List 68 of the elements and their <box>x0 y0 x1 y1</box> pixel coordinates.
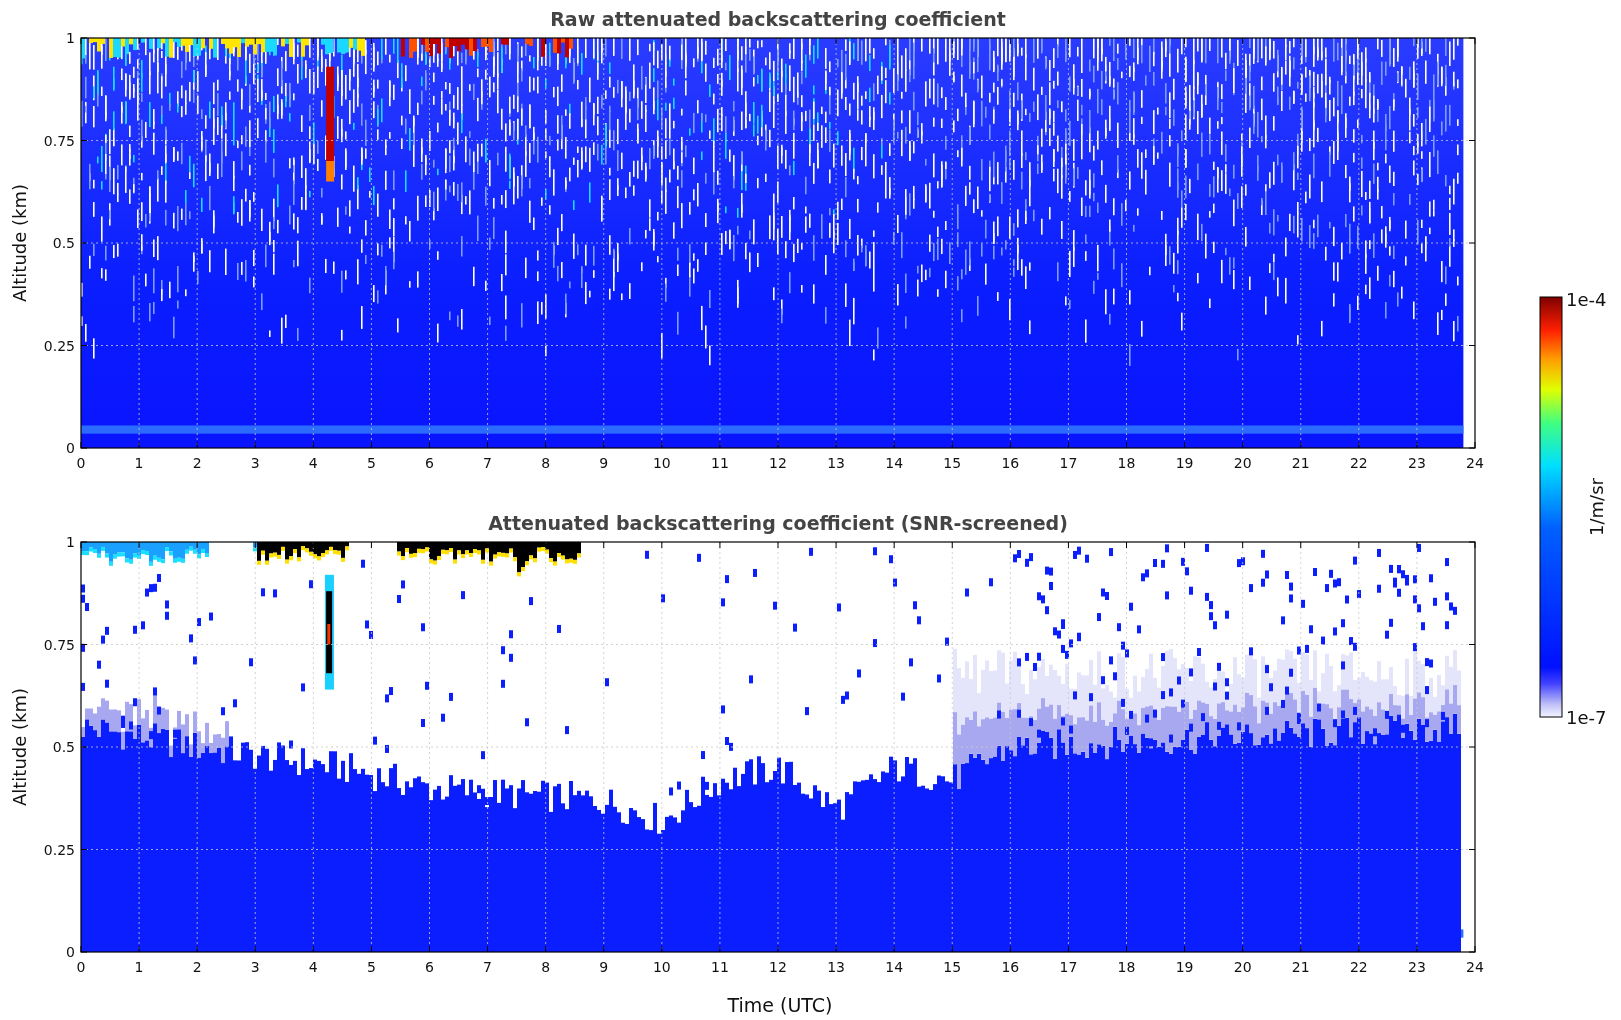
tick-label: 0 <box>76 959 86 975</box>
tick-label: 17 <box>1059 455 1078 471</box>
tick-label: 7 <box>483 959 493 975</box>
axis-label: Time (UTC) <box>727 994 833 1016</box>
tick-label: 12 <box>769 455 787 471</box>
tick-label: 24 <box>1466 455 1484 471</box>
tick-label: 15 <box>943 959 962 975</box>
tick-label: 9 <box>599 455 609 471</box>
tick-label: 22 <box>1349 455 1368 471</box>
colorbar-label: 1e-4 <box>1566 290 1607 310</box>
tick-label: 9 <box>599 959 609 975</box>
tick-label: 5 <box>366 455 376 471</box>
tick-label: 22 <box>1349 959 1368 975</box>
tick-label: 0 <box>66 440 75 456</box>
tick-label: 8 <box>541 959 551 975</box>
tick-label: 0.75 <box>43 132 75 149</box>
tick-label: 21 <box>1291 959 1310 975</box>
tick-label: 8 <box>541 455 551 471</box>
tick-label: 0 <box>66 944 75 960</box>
tick-label: 5 <box>366 959 376 975</box>
tick-label: 7 <box>483 455 493 471</box>
tick-label: 17 <box>1059 959 1078 975</box>
colorbar-label: 1e-7 <box>1566 707 1607 728</box>
tick-label: 6 <box>425 959 434 975</box>
tick-label: 3 <box>250 959 260 975</box>
tick-label: 20 <box>1233 959 1252 975</box>
tick-label: 4 <box>308 959 318 975</box>
tick-label: 6 <box>425 455 434 471</box>
tick-label: 0.25 <box>43 337 75 354</box>
tick-label: 0.75 <box>43 636 75 653</box>
tick-label: 23 <box>1408 959 1426 975</box>
tick-label: 18 <box>1117 959 1136 975</box>
tick-label: 2 <box>192 959 202 975</box>
tick-label: 1 <box>134 455 144 471</box>
tick-label: 0.5 <box>52 739 75 755</box>
chart-title: Attenuated backscattering coefficient (SNR-screened) <box>488 512 1068 534</box>
tick-label: 10 <box>652 959 671 975</box>
tick-label: 1 <box>66 534 75 550</box>
tick-label: 3 <box>250 455 260 471</box>
axis-label: Altitude (km) <box>9 183 30 303</box>
tick-label: 0 <box>76 455 86 471</box>
tick-label: 24 <box>1466 959 1484 975</box>
tick-label: 2 <box>192 455 202 471</box>
tick-label: 1 <box>66 30 75 46</box>
tick-label: 23 <box>1408 455 1426 471</box>
tick-label: 10 <box>652 455 671 471</box>
tick-label: 20 <box>1233 455 1252 471</box>
axis-label: Altitude (km) <box>9 687 30 807</box>
tick-label: 13 <box>827 455 845 471</box>
tick-label: 0.5 <box>52 235 75 251</box>
tick-label: 0.25 <box>43 841 75 858</box>
tick-label: 11 <box>711 455 729 471</box>
tick-label: 4 <box>308 455 318 471</box>
tick-label: 18 <box>1117 455 1136 471</box>
tick-label: 15 <box>943 455 962 471</box>
tick-label: 13 <box>827 959 845 975</box>
tick-label: 19 <box>1175 959 1194 975</box>
tick-label: 14 <box>885 455 904 471</box>
tick-label: 11 <box>711 959 729 975</box>
tick-label: 19 <box>1175 455 1194 471</box>
tick-label: 16 <box>1001 455 1020 471</box>
tick-label: 12 <box>769 959 787 975</box>
tick-label: 16 <box>1001 959 1020 975</box>
tick-label: 1 <box>134 959 144 975</box>
colorbar-unit: 1/m/sr <box>1586 478 1607 536</box>
tick-label: 14 <box>885 959 904 975</box>
tick-label: 21 <box>1291 455 1310 471</box>
chart-title: Raw attenuated backscattering coefficient <box>550 8 1006 30</box>
